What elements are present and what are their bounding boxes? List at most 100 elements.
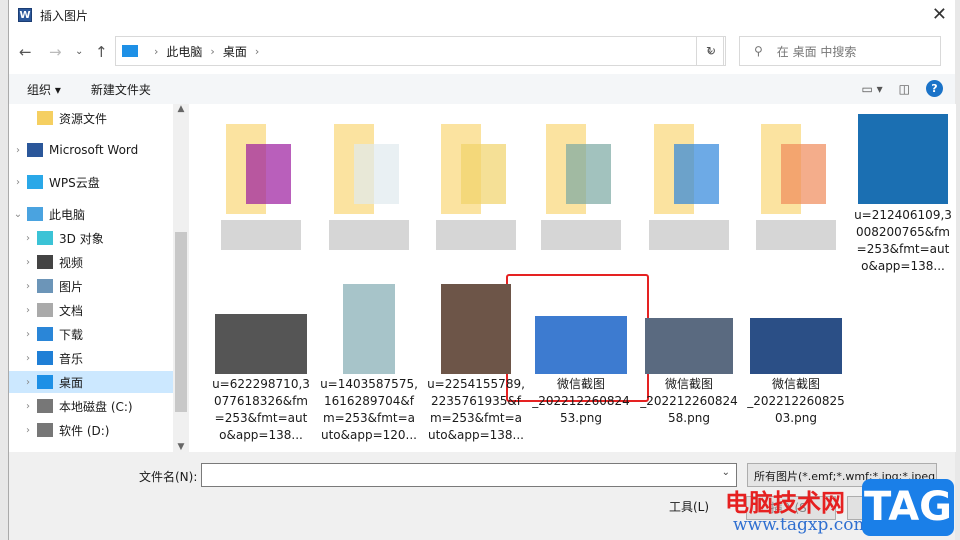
refresh-button[interactable]: ↻ <box>696 36 726 66</box>
chevron-icon[interactable]: › <box>9 177 27 188</box>
organize-button[interactable]: 组织 ▾ <box>27 81 61 98</box>
nav-item[interactable]: › 视频 <box>9 251 173 273</box>
nav-item-label: 此电脑 <box>49 207 86 222</box>
file-item[interactable] <box>746 114 846 256</box>
forward-icon[interactable]: → <box>49 43 62 61</box>
nav-item-label: WPS云盘 <box>49 175 100 190</box>
blurred-filename <box>329 220 409 250</box>
filename-input[interactable]: ⌄ <box>201 463 737 487</box>
word-icon: W <box>18 8 32 22</box>
nav-item[interactable]: 资源文件 <box>9 107 173 129</box>
title-bar: W 插入图片 ✕ <box>9 0 955 30</box>
chevron-icon[interactable]: › <box>19 233 37 244</box>
tools-button[interactable]: 工具(L) <box>669 498 709 515</box>
music-icon <box>37 351 53 365</box>
view-options-icon[interactable]: ▭ ▾ <box>861 82 882 96</box>
blurred-thumbnail <box>546 124 616 214</box>
chevron-icon[interactable]: › <box>19 305 37 316</box>
file-item[interactable] <box>211 114 311 256</box>
chevron-icon[interactable]: › <box>19 401 37 412</box>
recent-dropdown-icon[interactable]: ⌄ <box>75 46 83 57</box>
scrollbar-thumb[interactable] <box>175 232 187 412</box>
search-input[interactable]: ⚲ 在 桌面 中搜索 <box>739 36 941 66</box>
help-icon[interactable]: ? <box>926 80 943 97</box>
chevron-icon[interactable]: › <box>9 145 27 156</box>
watermark-url: www.tagxp.com <box>733 515 870 535</box>
nav-scrollbar[interactable]: ▲ ▼ <box>173 104 189 452</box>
file-item[interactable]: 微信截图 _202212260824 58.png <box>639 284 739 427</box>
image-thumbnail <box>215 314 307 374</box>
file-item[interactable] <box>319 114 419 256</box>
file-item[interactable]: u=212406109,3 008200765&fm =253&fmt=aut … <box>853 114 953 275</box>
file-name: 微信截图 _202212260824 58.png <box>640 377 738 425</box>
nav-item[interactable]: › 3D 对象 <box>9 227 173 249</box>
nav-item-label: Microsoft Word <box>49 143 139 157</box>
search-icon: ⚲ <box>754 44 763 58</box>
nav-item[interactable]: › 桌面 <box>9 371 173 393</box>
chevron-icon[interactable]: › <box>19 281 37 292</box>
file-name: u=212406109,3 008200765&fm =253&fmt=aut … <box>854 208 952 273</box>
close-button[interactable]: ✕ <box>932 4 947 25</box>
breadcrumb-desktop[interactable]: 桌面 <box>223 43 247 60</box>
chevron-icon[interactable]: › <box>19 353 37 364</box>
image-thumbnail <box>750 318 842 374</box>
up-icon[interactable]: ↑ <box>95 43 108 61</box>
nav-item[interactable]: › 图片 <box>9 275 173 297</box>
file-item[interactable]: u=2254155789, 2235761935&f m=253&fmt=a u… <box>426 284 526 444</box>
file-name: u=622298710,3 077618326&fm =253&fmt=aut … <box>212 377 310 442</box>
blurred-thumbnail <box>761 124 831 214</box>
file-item[interactable]: u=622298710,3 077618326&fm =253&fmt=aut … <box>211 284 311 444</box>
download-icon <box>37 327 53 341</box>
nav-item-label: 音乐 <box>59 351 84 366</box>
nav-item-label: 资源文件 <box>59 111 108 126</box>
new-folder-button[interactable]: 新建文件夹 <box>91 81 151 98</box>
chevron-icon[interactable]: › <box>19 329 37 340</box>
blurred-thumbnail <box>226 124 296 214</box>
file-item[interactable]: 微信截图 _202212260824 53.png <box>531 284 631 427</box>
computer-icon <box>27 207 43 221</box>
file-list: u=212406109,3 008200765&fm =253&fmt=aut … <box>191 104 956 452</box>
document-icon <box>37 303 53 317</box>
chevron-down-icon[interactable]: ⌄ <box>722 467 730 478</box>
file-item[interactable] <box>426 114 526 256</box>
nav-item[interactable]: › 下载 <box>9 323 173 345</box>
desktop-icon <box>37 375 53 389</box>
chevron-icon[interactable]: ⌄ <box>9 209 27 220</box>
file-name: 微信截图 _202212260824 53.png <box>532 377 630 425</box>
nav-item[interactable]: › 音乐 <box>9 347 173 369</box>
scroll-down-icon[interactable]: ▼ <box>173 442 189 452</box>
nav-item[interactable]: ⌄ 此电脑 <box>9 203 173 225</box>
nav-item[interactable]: › 本地磁盘 (C:) <box>9 395 173 417</box>
file-item[interactable]: u=1403587575, 1616289704&f m=253&fmt=a u… <box>319 284 419 444</box>
drive-icon <box>37 423 53 437</box>
window-title: 插入图片 <box>40 8 89 23</box>
image-thumbnail <box>645 318 733 374</box>
nav-item[interactable]: › WPS云盘 <box>9 171 173 193</box>
preview-pane-icon[interactable]: ◫ <box>899 82 910 96</box>
nav-item-label: 文档 <box>59 303 84 318</box>
pictures-icon <box>37 279 53 293</box>
file-item[interactable] <box>531 114 631 256</box>
address-bar[interactable]: › 此电脑 › 桌面 › ⌄ <box>115 36 724 66</box>
breadcrumb-this-pc[interactable]: 此电脑 <box>166 43 202 60</box>
chevron-icon[interactable]: › <box>19 425 37 436</box>
nav-item-label: 本地磁盘 (C:) <box>59 399 133 414</box>
nav-item-label: 桌面 <box>59 375 84 390</box>
nav-item[interactable]: › 文档 <box>9 299 173 321</box>
nav-item[interactable]: › Microsoft Word <box>9 139 173 161</box>
nav-item[interactable]: › 软件 (D:) <box>9 419 173 441</box>
desktop-icon <box>122 45 138 57</box>
file-item[interactable]: 微信截图 _202212260825 03.png <box>746 284 846 427</box>
chevron-icon[interactable]: › <box>19 257 37 268</box>
chevron-icon[interactable]: › <box>19 377 37 388</box>
scroll-up-icon[interactable]: ▲ <box>173 104 189 114</box>
image-thumbnail <box>441 284 511 374</box>
nav-item-label: 视频 <box>59 255 84 270</box>
file-name: u=1403587575, 1616289704&f m=253&fmt=a u… <box>320 377 418 442</box>
drive-icon <box>37 399 53 413</box>
back-icon[interactable]: ← <box>19 43 32 61</box>
file-item[interactable] <box>639 114 739 256</box>
watermark-text: 电脑技术网 <box>725 489 845 517</box>
cloud-icon <box>27 175 43 189</box>
blurred-thumbnail <box>441 124 511 214</box>
